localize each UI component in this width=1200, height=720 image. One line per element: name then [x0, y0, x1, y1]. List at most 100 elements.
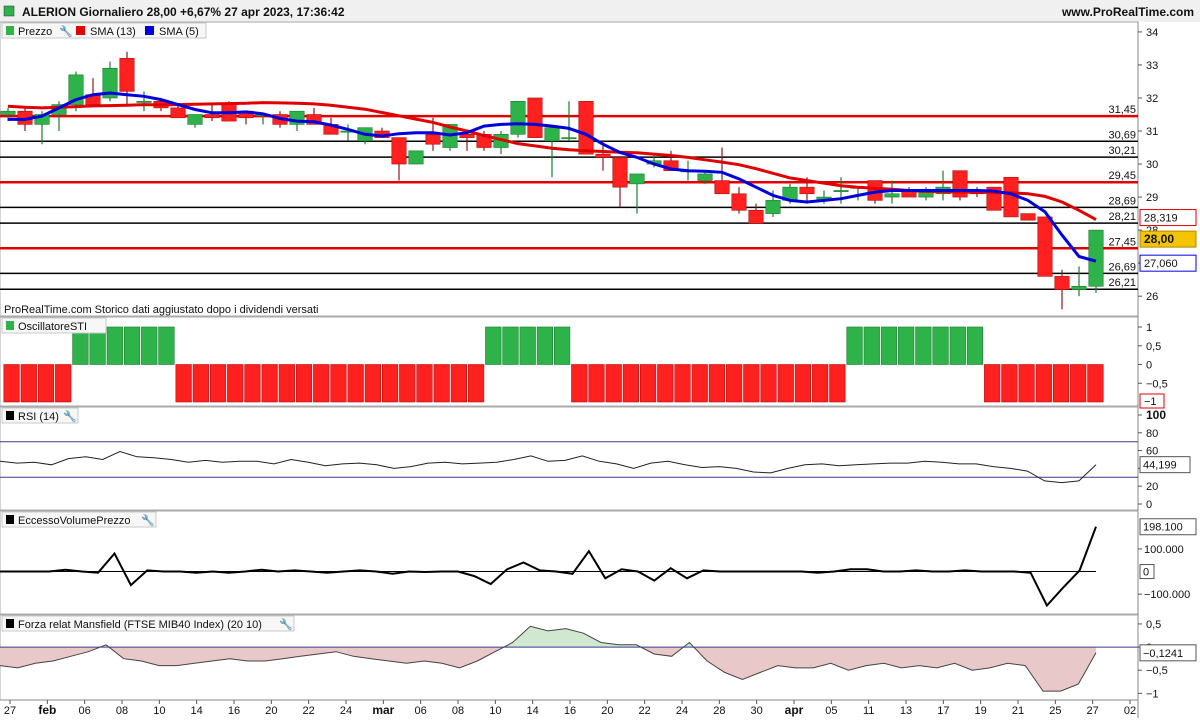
sti-bar — [949, 326, 966, 365]
sti-bar — [880, 326, 898, 365]
sti-bar — [898, 326, 915, 365]
candle-body — [578, 100, 594, 155]
chart-title: ALERION Giornaliero 28,00 +6,67% 27 apr … — [22, 5, 345, 19]
candle-body — [731, 193, 747, 211]
rsi-legend[interactable]: RSI (14) 🔧 — [1, 407, 79, 424]
candle-body — [1088, 229, 1104, 287]
candle-body — [1020, 213, 1036, 221]
wrench-icon[interactable]: 🔧 — [279, 617, 293, 631]
level-label: 28,21 — [1108, 211, 1136, 223]
sti-tick-label: −0,5 — [1146, 378, 1168, 390]
x-tick-label: 11 — [863, 705, 874, 717]
sti-bar — [192, 364, 209, 403]
sti-bar — [106, 326, 123, 365]
x-tick-label: 06 — [415, 705, 427, 717]
x-tick-label: 24 — [676, 705, 688, 717]
price-tick-label: 33 — [1146, 60, 1158, 72]
sti-bar — [485, 326, 502, 365]
sti-bar — [330, 364, 347, 403]
price-legend-swatch — [6, 26, 14, 35]
sti-bar — [227, 364, 244, 403]
sti-tick-label: 0 — [1146, 360, 1152, 372]
sti-bar — [794, 364, 812, 403]
badge-price: 28,00 — [1144, 232, 1174, 246]
volume-legend[interactable]: EccessoVolumePrezzo 🔧 — [1, 511, 157, 528]
mansfield-legend[interactable]: Forza relat Mansfield (FTSE MIB40 Index)… — [1, 615, 295, 632]
x-tick-label: 27 — [4, 705, 16, 717]
sti-bar — [278, 364, 295, 403]
sti-bar — [915, 326, 932, 365]
sti-bar — [966, 326, 984, 365]
sti-bar — [123, 326, 141, 365]
sti-bar — [726, 364, 743, 403]
sti-tick-label: 0,5 — [1146, 341, 1161, 353]
sti-bar — [622, 364, 640, 403]
sti-bar — [777, 364, 794, 403]
candle-body — [629, 173, 645, 185]
sti-bar — [640, 364, 657, 403]
x-tick-label: 22 — [303, 705, 315, 717]
sti-bar — [37, 364, 55, 403]
sti-badge: −1 — [1144, 396, 1157, 408]
legend-mansfield: Forza relat Mansfield (FTSE MIB40 Index)… — [18, 619, 262, 631]
level-label: 30,69 — [1108, 129, 1136, 141]
level-label: 27,45 — [1108, 236, 1136, 248]
candle-body — [204, 114, 220, 119]
candle-body — [1071, 285, 1087, 290]
sti-bar — [261, 364, 278, 403]
legend-sma13: SMA (13) — [90, 26, 136, 38]
sti-legend[interactable]: OscillatoreSTI — [1, 317, 107, 334]
chart-window: ALERION Giornaliero 28,00 +6,67% 27 apr … — [0, 0, 1200, 720]
level-label: 30,21 — [1108, 145, 1136, 157]
x-tick-label: 16 — [564, 705, 576, 717]
panel-rsi — [0, 406, 1139, 511]
legend-price: Prezzo — [18, 26, 52, 38]
x-tick-label: 19 — [975, 705, 987, 717]
legend-sti: OscillatoreSTI — [18, 321, 87, 333]
sti-bar — [364, 364, 381, 403]
sti-bar — [450, 364, 467, 403]
sti-bar — [295, 364, 313, 403]
sti-bar — [932, 326, 949, 365]
candle-body — [119, 58, 135, 92]
candle-body — [714, 180, 730, 195]
rsi-tick-label: 60 — [1146, 446, 1158, 458]
candle-body — [527, 97, 543, 138]
x-tick-label: 22 — [639, 705, 651, 717]
x-tick-label: feb — [38, 703, 56, 717]
sti-bar — [381, 364, 399, 403]
price-tick-label: 34 — [1146, 27, 1158, 39]
mansfield-tick-label: −0,5 — [1146, 665, 1168, 677]
panel-vol — [0, 510, 1139, 615]
rsi-tick-label: 0 — [1146, 499, 1152, 511]
sti-tick-label: 1 — [1146, 322, 1152, 334]
volume-tick-label: 100.000 — [1144, 544, 1184, 556]
x-tick-label: 08 — [452, 705, 464, 717]
site-label: www.ProRealTime.com — [1061, 5, 1194, 19]
volume-tick-label: −100.000 — [1144, 589, 1190, 601]
rsi-badge: 44,199 — [1143, 460, 1177, 472]
price-tick-label: 30 — [1146, 159, 1158, 171]
wrench-icon[interactable]: 🔧 — [63, 409, 77, 423]
x-tick-label: 30 — [751, 705, 763, 717]
price-tick-label: 29 — [1146, 192, 1158, 204]
price-legend[interactable]: Prezzo 🔧 SMA (13) SMA (5) — [1, 22, 207, 39]
sti-bar — [20, 364, 37, 403]
sma13-swatch — [76, 26, 85, 35]
wrench-icon[interactable]: 🔧 — [141, 513, 155, 527]
candle-body — [697, 173, 713, 181]
level-label: 26,21 — [1108, 277, 1136, 289]
x-tick-label: 25 — [1049, 705, 1061, 717]
candle-body — [1054, 276, 1070, 290]
x-tick-label: 13 — [900, 705, 912, 717]
level-label: 31,45 — [1108, 104, 1136, 116]
sti-bar — [553, 326, 571, 365]
sti-bar — [536, 326, 553, 365]
x-tick-label: 20 — [265, 705, 277, 717]
wrench-icon[interactable]: 🔧 — [59, 24, 73, 38]
candle-body — [612, 157, 628, 188]
x-tick-label: 27 — [1087, 705, 1099, 717]
mansfield-legend-swatch — [6, 619, 14, 628]
x-tick-label: 05 — [825, 705, 837, 717]
sti-bar — [691, 364, 708, 403]
